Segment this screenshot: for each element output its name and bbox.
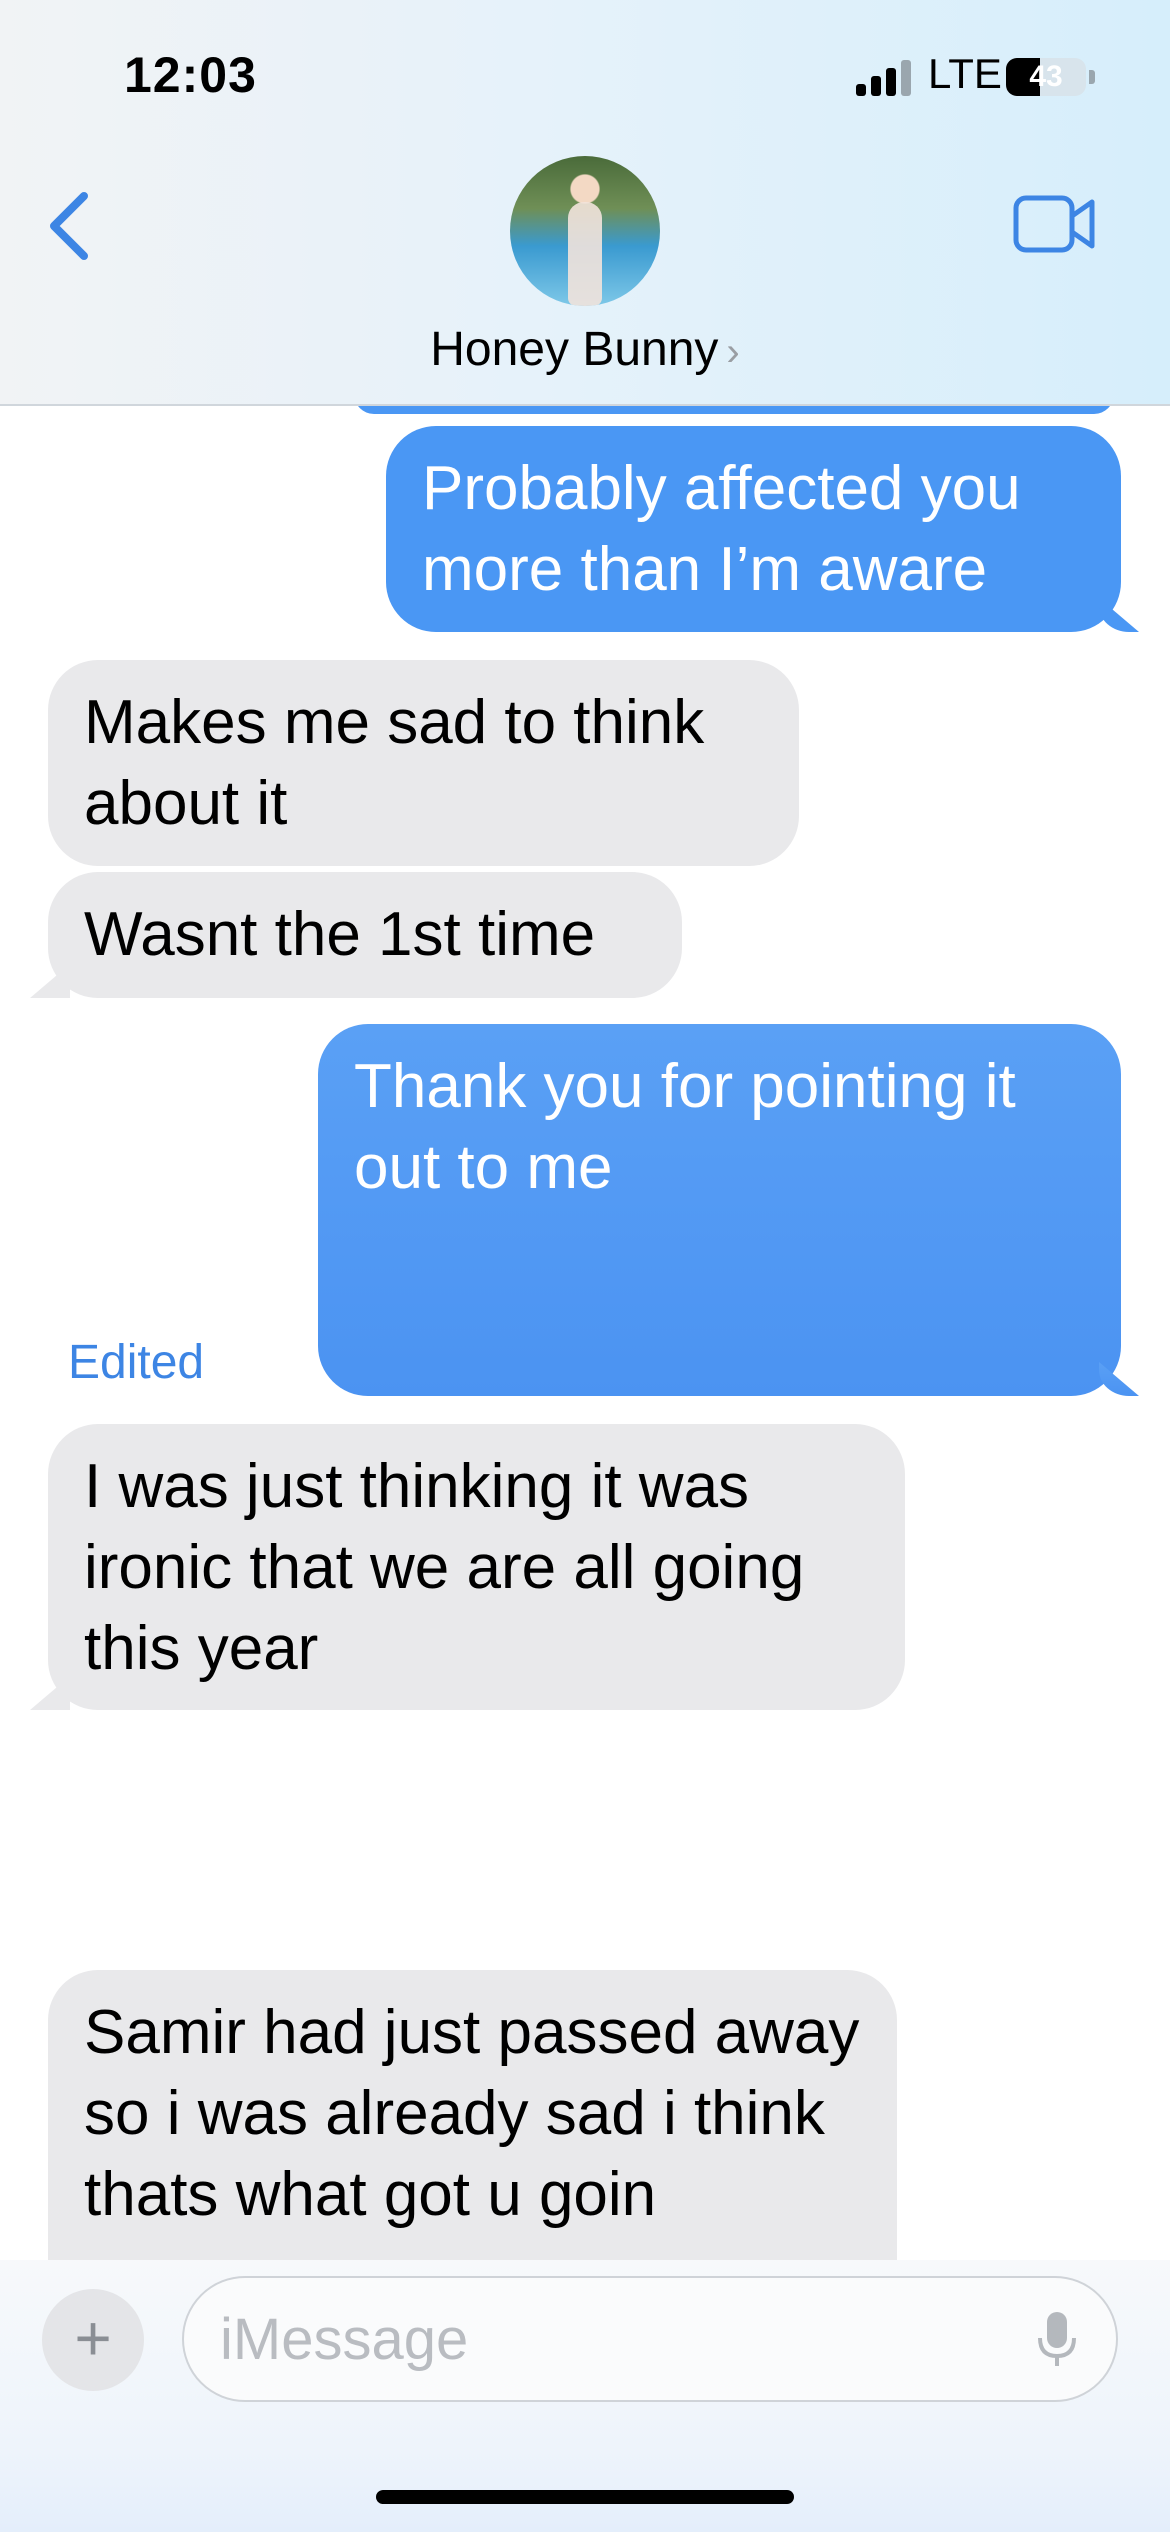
back-button[interactable]	[40, 186, 100, 266]
contact-name[interactable]: Honey Bunny ›	[0, 322, 1170, 377]
video-call-button[interactable]	[1012, 192, 1098, 256]
message-bubble[interactable]: Probably affected you more than I’m awar…	[386, 426, 1121, 632]
contact-name-label: Honey Bunny	[430, 323, 719, 376]
message-bubble[interactable]: Makes me sad to think about it	[48, 660, 799, 866]
battery-icon: 43	[1006, 58, 1086, 96]
message-input[interactable]: iMessage	[182, 2276, 1118, 2402]
microphone-icon[interactable]	[1036, 2310, 1078, 2370]
cellular-signal-icon	[856, 58, 914, 96]
battery-percentage: 43	[1029, 60, 1063, 93]
message-bubble[interactable]: Wasnt the 1st time	[48, 872, 682, 998]
home-indicator[interactable]	[376, 2490, 794, 2504]
battery-cap	[1089, 70, 1095, 84]
network-type: LTE	[928, 50, 1002, 97]
message-input-placeholder: iMessage	[220, 2307, 469, 2372]
plus-icon: +	[74, 2302, 112, 2374]
message-list[interactable]: Probably affected you more than I’m awar…	[0, 404, 1170, 2260]
avatar-figure	[568, 202, 602, 306]
add-attachment-button[interactable]: +	[42, 2289, 144, 2391]
conversation-header: 12:03 LTE 43 Honey Bunny ›	[0, 0, 1170, 406]
message-bubble[interactable]: I was just thinking it was ironic that w…	[48, 1424, 905, 1710]
contact-avatar[interactable]	[510, 156, 660, 306]
video-camera-icon	[1013, 195, 1095, 253]
message-bubble[interactable]: Samir had just passed away so i was alre…	[48, 1970, 897, 2260]
edited-label[interactable]: Edited	[68, 1335, 204, 1390]
status-time: 12:03	[124, 47, 257, 103]
message-bubble[interactable]: Thank you for pointing it out to me	[318, 1024, 1121, 1396]
chevron-left-icon	[50, 192, 88, 260]
chevron-right-icon: ›	[726, 330, 740, 374]
